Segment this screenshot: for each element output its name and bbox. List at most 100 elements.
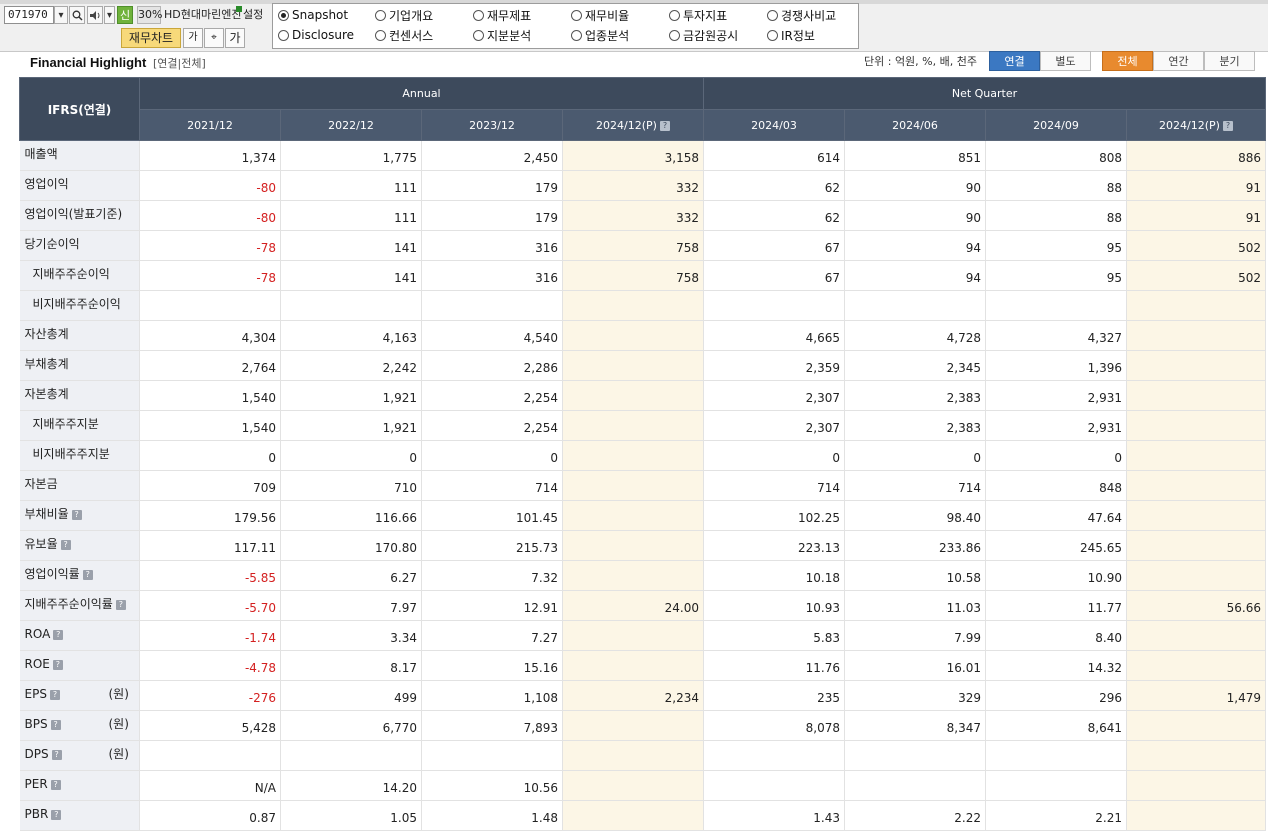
table-cell: 4,665 (703, 320, 845, 351)
help-icon[interactable]: ? (53, 630, 64, 640)
table-cell: 90 (844, 200, 986, 231)
tab-all-periods[interactable]: 전체 (1102, 51, 1153, 71)
table-cell: 4,728 (844, 320, 986, 351)
table-row: 지배주주순이익 -78 141 316 758 67 94 95 502 (19, 260, 1266, 291)
section-subtitle: [연결|전체] (153, 57, 206, 70)
table-row: 지배주주순이익률? -5.70 7.97 12.91 24.00 10.93 11.03 11… (19, 590, 1266, 621)
column-header: 2024/09 (985, 109, 1127, 141)
table-cell (562, 530, 704, 561)
tab-separate[interactable]: 별도 (1040, 51, 1091, 71)
speaker-dropdown-icon[interactable]: ▾ (104, 6, 115, 24)
table-cell (1126, 560, 1266, 591)
speaker-icon[interactable] (87, 6, 103, 24)
stock-code-input[interactable]: 071970 (4, 6, 54, 24)
menu-shareholding[interactable]: 지분분석 (473, 26, 531, 44)
radio-icon (669, 9, 680, 21)
row-label: 영업이익률 (24, 567, 80, 581)
help-icon[interactable]: ? (1222, 120, 1233, 131)
table-cell: 67 (703, 230, 845, 261)
table-cell: 94 (844, 230, 986, 261)
menu-industry-analysis[interactable]: 업종분석 (571, 26, 629, 44)
settings-button[interactable]: 설정 (243, 6, 263, 24)
code-dropdown-icon[interactable]: ▾ (54, 6, 68, 24)
table-cell: 316 (421, 230, 563, 261)
menu-investment-indicators[interactable]: 투자지표 (669, 6, 727, 24)
table-cell (280, 290, 422, 321)
menu-company-overview[interactable]: 기업개요 (375, 6, 433, 24)
table-row: 영업이익 -80 111 179 332 62 90 88 91 (19, 170, 1266, 201)
table-cell (562, 710, 704, 741)
row-label-cell: 자본총계 (19, 380, 140, 411)
capture-button[interactable]: ⌖ (204, 28, 224, 48)
tab-quarterly[interactable]: 분기 (1204, 51, 1255, 71)
table-cell: 0 (844, 440, 986, 471)
row-label-cell: EPS? (원) (19, 680, 140, 711)
menu-snapshot[interactable]: Snapshot (278, 6, 348, 24)
help-icon[interactable]: ? (50, 720, 61, 730)
row-label-cell: 지배주주순이익률? (19, 590, 140, 621)
font-decrease-button[interactable]: 가 (183, 28, 203, 48)
table-cell: 0 (703, 440, 845, 471)
table-cell (562, 620, 704, 651)
radio-icon (571, 29, 582, 41)
help-icon[interactable]: ? (52, 660, 63, 670)
column-header-label: 2021/12 (187, 118, 233, 132)
group-header-annual: Annual (139, 77, 704, 110)
table-cell: 2,931 (985, 380, 1127, 411)
table-cell: 502 (1126, 230, 1266, 261)
help-icon[interactable]: ? (50, 780, 61, 790)
table-cell (1126, 440, 1266, 471)
table-cell (1126, 620, 1266, 651)
menu-peer-comparison[interactable]: 경쟁사비교 (767, 6, 836, 24)
table-cell: 0.87 (139, 800, 281, 831)
menu-fss-disclosure[interactable]: 금감원공시 (669, 26, 738, 44)
help-icon[interactable]: ? (659, 120, 670, 131)
row-label-cell: ROA? (19, 620, 140, 651)
help-icon[interactable]: ? (71, 510, 82, 520)
tab-annual[interactable]: 연간 (1153, 51, 1204, 71)
table-cell (985, 740, 1127, 771)
menu-financial-statements[interactable]: 재무제표 (473, 6, 531, 24)
help-icon[interactable]: ? (82, 570, 93, 580)
font-increase-button[interactable]: 가 (225, 28, 245, 48)
table-cell: 24.00 (562, 590, 704, 621)
row-label: 영업이익 (24, 177, 69, 191)
column-header-label: 2024/09 (1033, 118, 1079, 132)
table-cell: 2,764 (139, 350, 281, 381)
tab-consolidated[interactable]: 연결 (989, 51, 1040, 71)
row-label: 자산총계 (24, 327, 69, 341)
help-icon[interactable]: ? (51, 810, 62, 820)
row-label-cell: 영업이익(발표기준) (19, 200, 140, 231)
unit-label: 단위 : 억원, %, 배, 천주 (864, 55, 977, 68)
table-cell (562, 770, 704, 801)
table-cell: 332 (562, 170, 704, 201)
help-icon[interactable]: ? (51, 750, 62, 760)
row-label: 영업이익(발표기준) (24, 207, 123, 221)
menu-financial-ratios[interactable]: 재무비율 (571, 6, 629, 24)
financial-chart-button[interactable]: 재무차트 (121, 28, 181, 48)
search-icon[interactable] (69, 6, 85, 24)
table-cell: 1,540 (139, 380, 281, 411)
top-toolbar: 071970 ▾ ▾ 신 30% HD현대마린엔진 설정 재무차트 가 ⌖ 가 … (0, 0, 1268, 52)
table-row: DPS? (원) (19, 740, 1266, 771)
help-icon[interactable]: ? (115, 600, 126, 610)
table-cell: 1,396 (985, 350, 1127, 381)
row-label: 매출액 (24, 147, 58, 161)
zoom-level[interactable]: 30% (137, 6, 162, 24)
table-cell: 5,428 (139, 710, 281, 741)
table-cell: 15.16 (421, 650, 563, 681)
row-unit: (원) (108, 717, 129, 731)
menu-consensus[interactable]: 컨센서스 (375, 26, 433, 44)
help-icon[interactable]: ? (49, 690, 60, 700)
table-cell: -5.70 (139, 590, 281, 621)
menu-ir-info[interactable]: IR정보 (767, 26, 815, 44)
row-label-cell: 비지배주주순이익 (19, 290, 140, 321)
help-icon[interactable]: ? (60, 540, 71, 550)
table-cell: 758 (562, 230, 704, 261)
table-row: 자본금 709 710 714 714 714 848 (19, 470, 1266, 501)
row-label: 자본금 (24, 477, 58, 491)
menu-disclosure[interactable]: Disclosure (278, 26, 354, 44)
row-label: BPS (24, 717, 48, 731)
table-cell: -78 (139, 260, 281, 291)
table-cell: 2,234 (562, 680, 704, 711)
